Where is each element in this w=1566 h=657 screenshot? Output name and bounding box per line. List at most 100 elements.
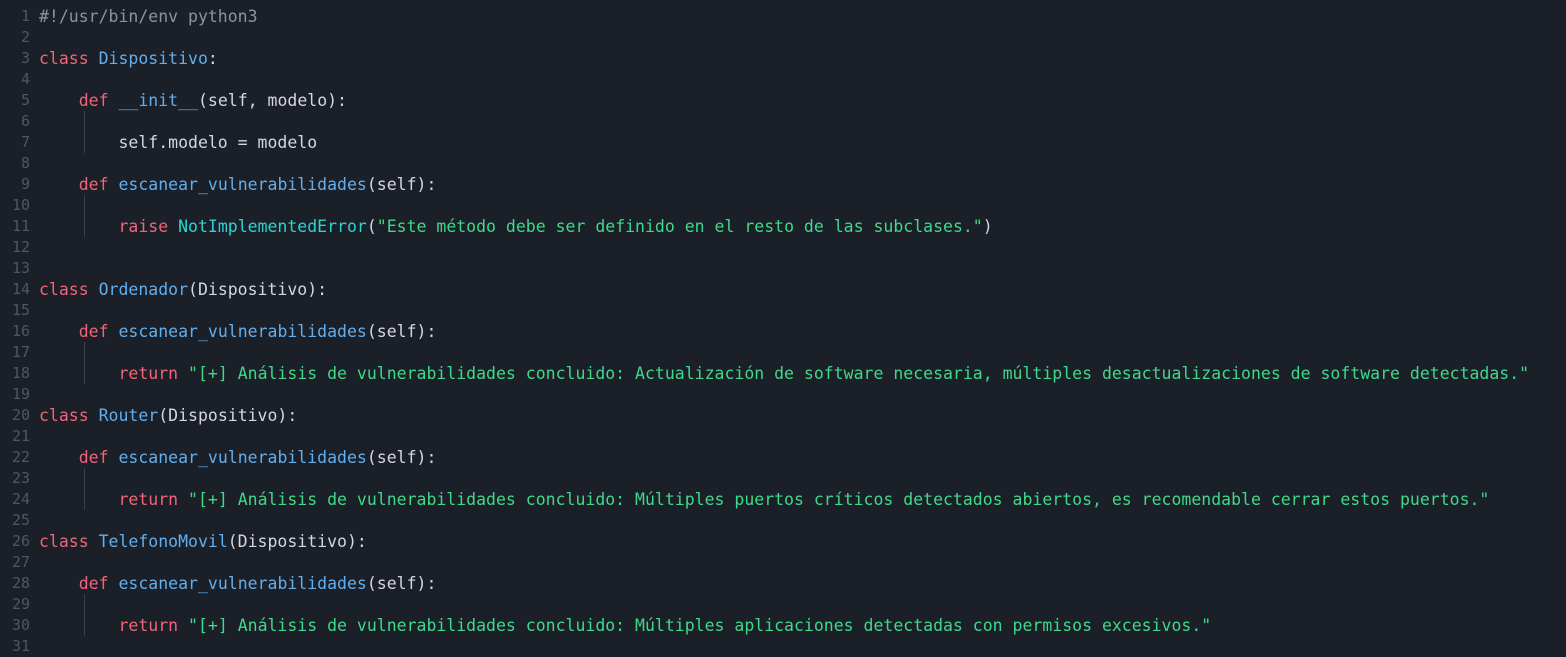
code-token: escanear_vulnerabilidades bbox=[118, 574, 367, 593]
line-number: 29 bbox=[11, 595, 30, 613]
line-code: #!/usr/bin/env python3 bbox=[39, 6, 258, 27]
indent-guide-line bbox=[84, 195, 85, 237]
line-code: class Ordenador(Dispositivo): bbox=[39, 279, 327, 300]
code-line[interactable]: 10 bbox=[0, 195, 1566, 216]
code-line[interactable]: 26 class TelefonoMovil(Dispositivo): bbox=[0, 531, 1566, 552]
code-line[interactable]: 7 self.modelo = modelo bbox=[0, 132, 1566, 153]
code-token: (Dispositivo): bbox=[227, 532, 367, 551]
indent-guide-line bbox=[84, 594, 85, 636]
code-token: def bbox=[78, 175, 109, 194]
line-code: class Router(Dispositivo): bbox=[39, 405, 297, 426]
code-line[interactable]: 13 bbox=[0, 258, 1566, 279]
code-line[interactable]: 19 bbox=[0, 384, 1566, 405]
code-line[interactable]: 23 bbox=[0, 468, 1566, 489]
indent-guide-line bbox=[84, 468, 85, 510]
line-number: 17 bbox=[11, 343, 30, 361]
line-number: 19 bbox=[11, 385, 30, 403]
code-line[interactable]: 18 return "[+] Análisis de vulnerabilida… bbox=[0, 363, 1566, 384]
code-token: ) bbox=[982, 217, 993, 236]
code-token: def bbox=[78, 91, 109, 110]
code-token: Dispositivo bbox=[98, 49, 208, 68]
code-token: #!/usr/bin/env python3 bbox=[39, 7, 258, 26]
line-number: 26 bbox=[11, 532, 30, 550]
code-line[interactable]: 14 class Ordenador(Dispositivo): bbox=[0, 279, 1566, 300]
code-line[interactable]: 28 def escanear_vulnerabilidades(self): bbox=[0, 573, 1566, 594]
code-line[interactable]: 24 return "[+] Análisis de vulnerabilida… bbox=[0, 489, 1566, 510]
code-editor[interactable]: 1 #!/usr/bin/env python3 2 3 class Dispositi… bbox=[0, 0, 1566, 657]
line-number: 5 bbox=[20, 91, 30, 109]
line-number: 2 bbox=[20, 28, 30, 46]
line-number: 31 bbox=[11, 637, 30, 655]
code-line[interactable]: 31 bbox=[0, 636, 1566, 657]
line-number: 14 bbox=[11, 280, 30, 298]
code-token: (self): bbox=[366, 175, 437, 194]
line-code: def __init__(self, modelo): bbox=[39, 90, 347, 111]
code-line[interactable]: 6 bbox=[0, 111, 1566, 132]
code-line[interactable]: 9 def escanear_vulnerabilidades(self): bbox=[0, 174, 1566, 195]
line-number: 16 bbox=[11, 322, 30, 340]
line-number: 28 bbox=[11, 574, 30, 592]
line-code: def escanear_vulnerabilidades(self): bbox=[39, 321, 437, 342]
line-number: 1 bbox=[20, 7, 30, 25]
line-code: return "[+] Análisis de vulnerabilidades… bbox=[39, 615, 1211, 636]
code-line[interactable]: 29 bbox=[0, 594, 1566, 615]
code-token: (self): bbox=[366, 448, 437, 467]
line-code: def escanear_vulnerabilidades(self): bbox=[39, 573, 437, 594]
code-token: return bbox=[118, 490, 179, 509]
code-line[interactable]: 21 bbox=[0, 426, 1566, 447]
code-line[interactable]: 30 return "[+] Análisis de vulnerabilida… bbox=[0, 615, 1566, 636]
code-token: class bbox=[39, 280, 89, 299]
line-code: return "[+] Análisis de vulnerabilidades… bbox=[39, 489, 1489, 510]
indent-guide-line bbox=[84, 111, 85, 153]
code-token: (Dispositivo): bbox=[158, 406, 298, 425]
code-token: class bbox=[39, 406, 89, 425]
line-number: 6 bbox=[20, 112, 30, 130]
code-token: escanear_vulnerabilidades bbox=[118, 175, 367, 194]
line-code: class Dispositivo: bbox=[39, 48, 218, 69]
code-line[interactable]: 2 bbox=[0, 27, 1566, 48]
code-line[interactable]: 3 class Dispositivo: bbox=[0, 48, 1566, 69]
line-code: def escanear_vulnerabilidades(self): bbox=[39, 174, 437, 195]
code-token: escanear_vulnerabilidades bbox=[118, 322, 367, 341]
code-token: return bbox=[118, 364, 179, 383]
line-number: 11 bbox=[11, 217, 30, 235]
code-line[interactable]: 27 bbox=[0, 552, 1566, 573]
code-line[interactable]: 1 #!/usr/bin/env python3 bbox=[0, 6, 1566, 27]
code-line[interactable]: 5 def __init__(self, modelo): bbox=[0, 90, 1566, 111]
code-line[interactable]: 12 bbox=[0, 237, 1566, 258]
code-token: class bbox=[39, 532, 89, 551]
code-line[interactable]: 16 def escanear_vulnerabilidades(self): bbox=[0, 321, 1566, 342]
line-number: 27 bbox=[11, 553, 30, 571]
code-token: "[+] Análisis de vulnerabilidades conclu… bbox=[188, 364, 1530, 383]
code-token: def bbox=[78, 574, 109, 593]
code-token: Router bbox=[98, 406, 159, 425]
code-line[interactable]: 15 bbox=[0, 300, 1566, 321]
code-line[interactable]: 4 bbox=[0, 69, 1566, 90]
code-line[interactable]: 22 def escanear_vulnerabilidades(self): bbox=[0, 447, 1566, 468]
code-token: "[+] Análisis de vulnerabilidades conclu… bbox=[188, 616, 1212, 635]
code-line[interactable]: 8 bbox=[0, 153, 1566, 174]
code-line[interactable]: 11 raise NotImplementedError("Este métod… bbox=[0, 216, 1566, 237]
code-line[interactable]: 20 class Router(Dispositivo): bbox=[0, 405, 1566, 426]
code-token: (Dispositivo): bbox=[188, 280, 328, 299]
line-number: 24 bbox=[11, 490, 30, 508]
code-line[interactable]: 17 bbox=[0, 342, 1566, 363]
line-number: 23 bbox=[11, 469, 30, 487]
code-token: __init__ bbox=[118, 91, 198, 110]
line-number: 15 bbox=[11, 301, 30, 319]
code-line[interactable]: 25 bbox=[0, 510, 1566, 531]
line-code: class TelefonoMovil(Dispositivo): bbox=[39, 531, 367, 552]
code-token: def bbox=[78, 322, 109, 341]
code-token: escanear_vulnerabilidades bbox=[118, 448, 367, 467]
code-token: NotImplementedError bbox=[178, 217, 367, 236]
line-code: return "[+] Análisis de vulnerabilidades… bbox=[39, 363, 1529, 384]
